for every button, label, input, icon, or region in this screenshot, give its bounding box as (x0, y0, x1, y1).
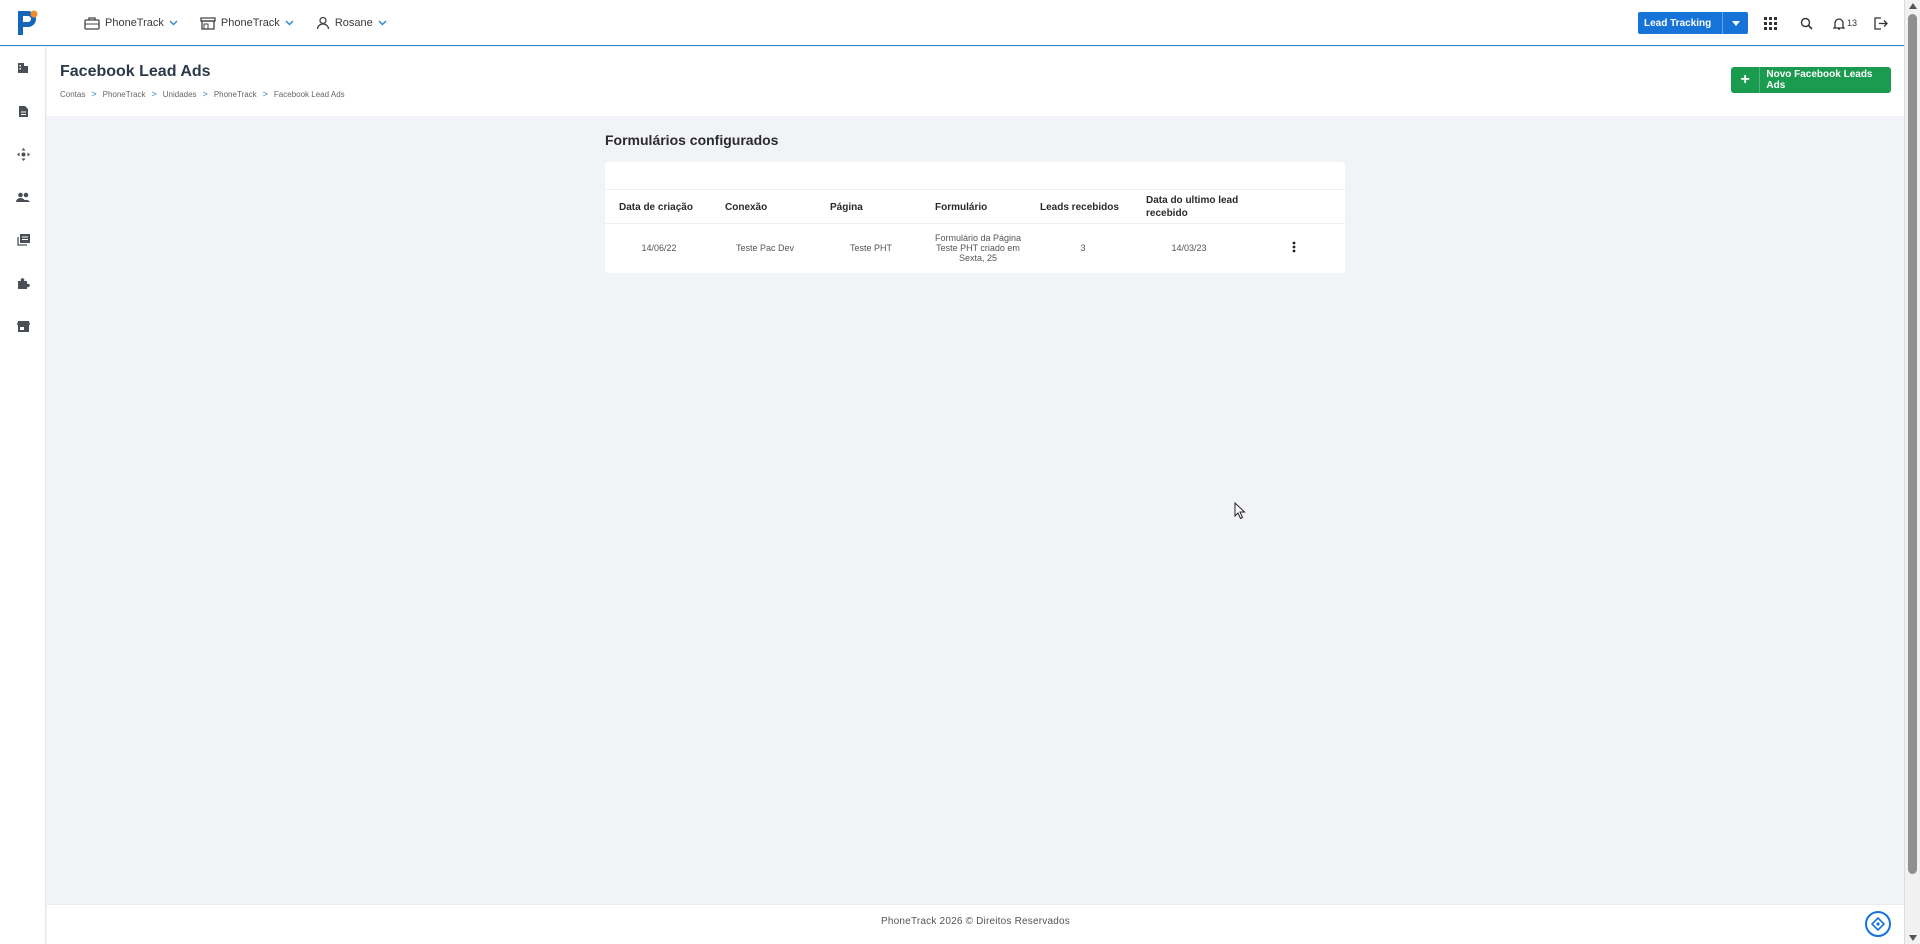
sidebar-item-integrations-flow[interactable] (14, 145, 32, 163)
document-icon (18, 105, 28, 117)
breadcrumb-separator: > (91, 89, 97, 99)
lead-tracking-dropdown[interactable] (1722, 12, 1748, 34)
forms-table-card: Data de criação Conexão Página Formulári… (605, 162, 1345, 273)
cell-form: Formulário da Página Teste PHT criado em… (934, 233, 1022, 263)
bell-icon (1833, 17, 1845, 30)
caret-down-icon (1731, 20, 1740, 26)
cell-last-lead: 14/03/23 (1171, 243, 1207, 253)
breadcrumb-item-units[interactable]: Unidades (163, 90, 197, 99)
sidebar-item-accounts[interactable] (14, 59, 32, 77)
table-row[interactable]: 14/06/22 Teste Pac Dev Teste PHT Formulá… (605, 224, 1345, 272)
account-menu[interactable]: PhoneTrack (84, 16, 178, 30)
chevron-down-icon (285, 20, 294, 26)
unit-menu-label: PhoneTrack (220, 17, 280, 29)
storefront-icon (16, 321, 30, 332)
mouse-cursor-icon (1234, 502, 1246, 520)
plus-icon: + (1731, 67, 1761, 93)
move-arrows-icon (16, 147, 30, 161)
scroll-thumb[interactable] (1908, 14, 1917, 874)
account-menu-label: PhoneTrack (105, 17, 164, 29)
apps-button[interactable] (1764, 14, 1777, 32)
column-header-page[interactable]: Página (830, 190, 900, 224)
column-header-leads[interactable]: Leads recebidos (1040, 190, 1135, 224)
column-header-created[interactable]: Data de criação (619, 190, 709, 224)
vertical-scrollbar[interactable] (1904, 0, 1920, 944)
cell-connection: Teste Pac Dev (735, 243, 795, 253)
chevron-down-icon (378, 20, 387, 26)
page-title: Facebook Lead Ads (60, 63, 211, 80)
lead-tracking-label: Lead Tracking (1644, 17, 1712, 29)
buildings-icon (18, 63, 28, 73)
search-button[interactable] (1800, 14, 1813, 32)
phonetrack-logo[interactable] (14, 8, 40, 38)
search-icon (1800, 17, 1813, 30)
cell-page: Teste PHT (849, 243, 892, 253)
table-header: Data de criação Conexão Página Formulári… (605, 190, 1345, 224)
logout-button[interactable] (1874, 14, 1888, 32)
column-header-connection[interactable]: Conexão (725, 190, 815, 224)
briefcase-icon (84, 17, 100, 30)
sidebar-item-library[interactable] (14, 231, 32, 249)
store-icon (200, 17, 216, 30)
puzzle-icon (17, 277, 30, 289)
chat-diamond-icon (1871, 917, 1885, 931)
breadcrumb-item-unit[interactable]: PhoneTrack (214, 90, 257, 99)
scroll-up-arrow[interactable] (1909, 3, 1917, 9)
breadcrumb-item-current: Facebook Lead Ads (273, 89, 345, 99)
cell-leads: 3 (1080, 243, 1086, 253)
library-icon (16, 234, 30, 246)
lead-tracking-button[interactable]: Lead Tracking (1638, 12, 1748, 34)
more-vertical-icon (1292, 241, 1296, 253)
notifications-button[interactable]: 13 (1833, 14, 1857, 32)
user-menu[interactable]: Rosane (316, 16, 387, 30)
user-menu-label: Rosane (334, 17, 373, 29)
new-facebook-leads-ads-button[interactable]: + Novo Facebook Leads Ads (1731, 67, 1891, 93)
footer-copyright: PhoneTrack 2026 © Direitos Reservados (881, 916, 1070, 927)
unit-menu[interactable]: PhoneTrack (200, 16, 294, 30)
breadcrumb: Contas > PhoneTrack > Unidades > PhoneTr… (60, 89, 345, 99)
sidebar-item-users[interactable] (14, 188, 32, 206)
new-facebook-leads-ads-label: Novo Facebook Leads Ads (1766, 69, 1873, 91)
row-actions-button[interactable] (1288, 238, 1300, 256)
page-header: Facebook Lead Ads Contas > PhoneTrack > … (47, 47, 1904, 116)
breadcrumb-item-accounts[interactable]: Contas (60, 90, 85, 99)
breadcrumb-item-account[interactable]: PhoneTrack (103, 90, 146, 99)
help-widget-button[interactable] (1865, 911, 1891, 937)
breadcrumb-separator: > (202, 89, 208, 99)
logout-icon (1874, 16, 1888, 30)
users-icon (16, 192, 30, 202)
breadcrumb-separator: > (151, 89, 157, 99)
scroll-down-arrow[interactable] (1909, 935, 1917, 941)
sidebar-item-plugins[interactable] (14, 274, 32, 292)
breadcrumb-separator: > (262, 89, 268, 99)
top-bar: PhoneTrack PhoneTrack Rosane Lead Tracki… (0, 0, 1904, 46)
cell-created: 14/06/22 (641, 243, 677, 253)
notifications-count: 13 (1847, 18, 1858, 28)
column-header-form[interactable]: Formulário (935, 190, 1005, 224)
table-toolbar (605, 162, 1345, 190)
sidebar (0, 47, 46, 944)
apps-grid-icon (1764, 16, 1777, 30)
user-icon (316, 16, 329, 30)
column-header-last-lead[interactable]: Data do ultimo lead recebido (1146, 190, 1256, 224)
section-title: Formulários configurados (605, 132, 779, 148)
sidebar-item-store[interactable] (14, 317, 32, 335)
footer: PhoneTrack 2026 © Direitos Reservados (47, 904, 1904, 944)
chevron-down-icon (169, 20, 178, 26)
sidebar-item-reports[interactable] (14, 102, 32, 120)
